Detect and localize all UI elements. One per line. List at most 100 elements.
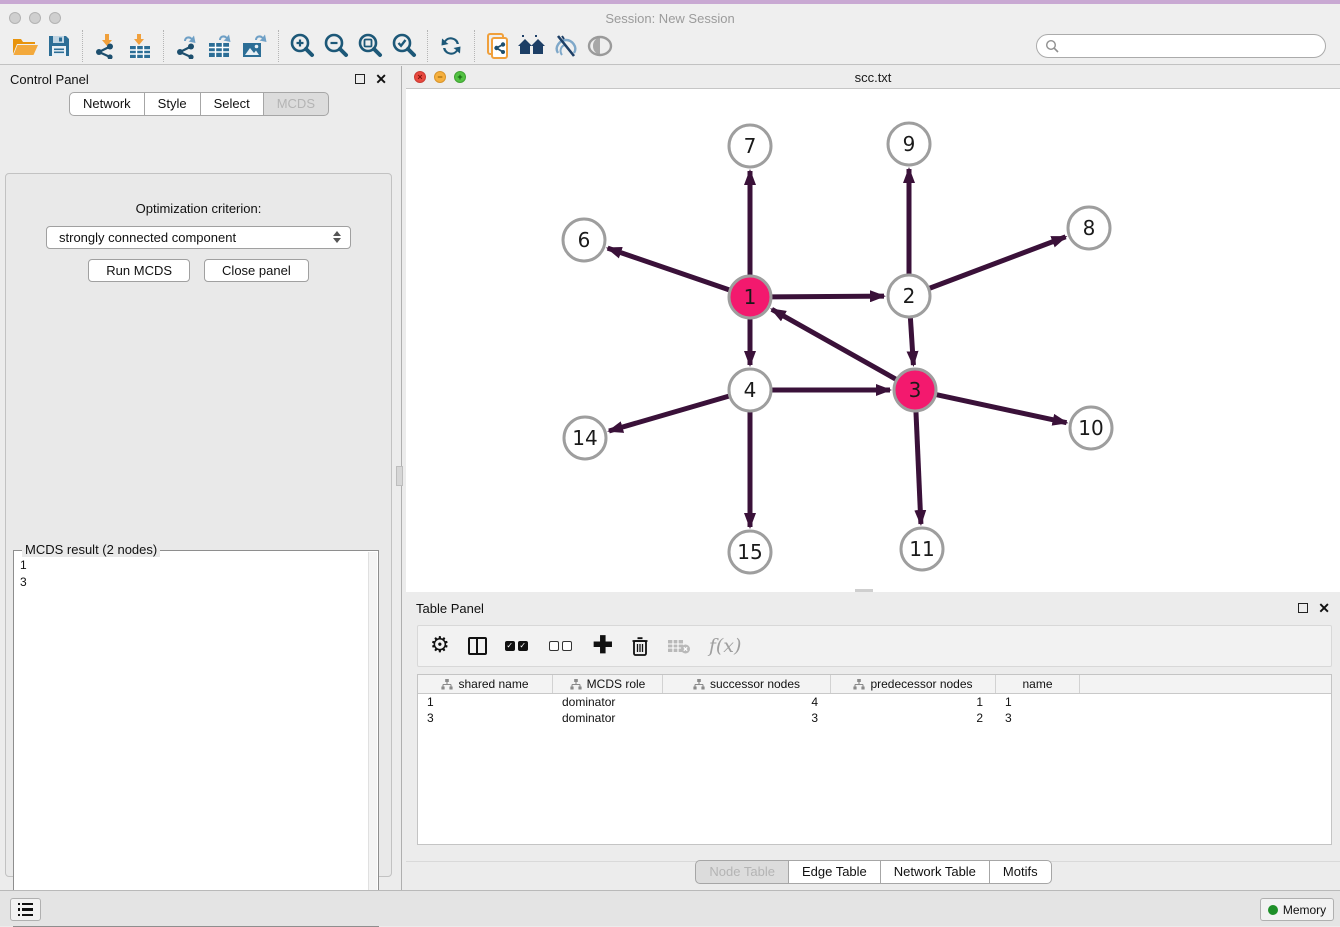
show-columns-button[interactable] [468,633,487,659]
column-header-predecessor-nodes[interactable]: predecessor nodes [831,675,996,693]
node-label-4: 4 [744,378,757,402]
network-canvas[interactable]: 7968124314101511 [406,89,1340,592]
tab-network[interactable]: Network [69,92,145,116]
cell-successor-nodes[interactable]: 4 [663,694,831,710]
node-label-10: 10 [1078,416,1103,440]
add-column-button[interactable]: ✚ [593,633,613,659]
mcds-result-text[interactable]: 1 3 [14,553,368,926]
edge-3-1[interactable] [772,309,896,379]
open-session-button[interactable] [8,30,42,62]
tab-mcds[interactable]: MCDS [263,92,329,116]
panel-splitter[interactable] [401,66,402,926]
column-header-name[interactable]: name [996,675,1080,693]
column-header-successor-nodes[interactable]: successor nodes [663,675,831,693]
close-panel-button[interactable]: Close panel [204,259,309,282]
tab-style[interactable]: Style [144,92,201,116]
hide-selected-button[interactable] [549,30,583,62]
panel-splitter-handle[interactable] [396,466,403,486]
table-tab-edge-table[interactable]: Edge Table [788,860,881,884]
memory-status-dot [1268,905,1278,915]
network-close-button[interactable]: × [414,71,426,83]
edge-4-14[interactable] [609,396,729,431]
edge-3-11[interactable] [916,412,921,524]
cell-shared-name[interactable]: 3 [418,710,553,726]
tree-icon [570,679,582,690]
save-session-button[interactable] [42,30,76,62]
node-label-6: 6 [578,228,591,252]
cell-name[interactable]: 3 [996,710,1080,726]
node-label-8: 8 [1083,216,1096,240]
delete-table-button[interactable] [667,633,691,659]
refresh-layout-button[interactable] [434,30,468,62]
search-input[interactable] [1060,39,1310,53]
network-window-title: scc.txt [855,70,892,85]
edge-2-3[interactable] [910,318,913,365]
network-window-titlebar[interactable]: × − + scc.txt [406,66,1340,89]
table-rows: 1dominator4113dominator323 [418,694,1331,726]
column-header-MCDS-role[interactable]: MCDS role [553,675,663,693]
zoom-in-button[interactable] [285,30,319,62]
result-scrollbar[interactable] [368,552,377,925]
show-all-button[interactable] [583,30,617,62]
fx-icon: f(x) [709,635,742,657]
deselect-all-button[interactable] [549,633,575,659]
export-network-button[interactable] [170,30,204,62]
run-mcds-button[interactable]: Run MCDS [88,259,190,282]
zoom-selected-button[interactable] [387,30,421,62]
float-panel-icon[interactable] [355,74,365,84]
edge-1-2[interactable] [772,296,884,297]
first-neighbors-button[interactable] [515,30,549,62]
node-label-3: 3 [909,378,922,402]
columns-icon [468,637,487,655]
zoom-fit-button[interactable] [353,30,387,62]
memory-button[interactable]: Memory [1260,898,1334,921]
table-panel: Table Panel ✕ ⚙ ✓✓ ✚ [406,595,1340,890]
cell-MCDS-role[interactable]: dominator [553,694,663,710]
save-icon [47,34,71,58]
table-tab-network-table[interactable]: Network Table [880,860,990,884]
column-header-shared-name[interactable]: shared name [418,675,553,693]
search-field[interactable] [1036,34,1326,58]
cell-MCDS-role[interactable]: dominator [553,710,663,726]
close-panel-icon[interactable]: ✕ [375,74,387,84]
control-panel-header: Control Panel ✕ [0,66,397,92]
export-image-button[interactable] [238,30,272,62]
edge-3-10[interactable] [937,395,1067,423]
task-history-button[interactable] [10,898,41,921]
export-table-button[interactable] [204,30,238,62]
network-minimize-button[interactable]: − [434,71,446,83]
delete-column-button[interactable] [631,633,649,659]
zoom-out-button[interactable] [319,30,353,62]
table-row[interactable]: 1dominator411 [418,694,1331,710]
table-row[interactable]: 3dominator323 [418,710,1331,726]
import-network-button[interactable] [89,30,123,62]
function-builder-button[interactable]: f(x) [709,633,742,659]
cell-predecessor-nodes[interactable]: 1 [831,694,996,710]
plus-icon: ✚ [593,635,613,657]
tree-icon [853,679,865,690]
table-tab-motifs[interactable]: Motifs [989,860,1052,884]
float-table-panel-icon[interactable] [1298,603,1308,613]
select-all-button[interactable]: ✓✓ [505,633,531,659]
edge-2-8[interactable] [930,237,1066,288]
clone-network-button[interactable] [481,30,515,62]
tab-select[interactable]: Select [200,92,264,116]
criterion-dropdown[interactable]: strongly connected component [46,226,351,249]
cell-name[interactable]: 1 [996,694,1080,710]
node-table: shared nameMCDS rolesuccessor nodesprede… [417,674,1332,845]
cell-predecessor-nodes[interactable]: 2 [831,710,996,726]
table-tab-node-table[interactable]: Node Table [695,860,789,884]
network-zoom-button[interactable]: + [454,71,466,83]
import-table-icon [127,33,153,59]
table-tabs: Node TableEdge TableNetwork TableMotifs [406,860,1340,884]
close-table-panel-icon[interactable]: ✕ [1318,603,1330,613]
node-label-11: 11 [909,537,934,561]
edge-1-6[interactable] [608,248,730,290]
cell-successor-nodes[interactable]: 3 [663,710,831,726]
unchecked-box-icon [562,641,572,651]
import-table-button[interactable] [123,30,157,62]
cell-shared-name[interactable]: 1 [418,694,553,710]
control-panel: Control Panel ✕ NetworkStyleSelectMCDS O… [0,66,397,880]
network-resize-grip[interactable] [855,589,873,592]
table-settings-button[interactable]: ⚙ [430,633,450,659]
